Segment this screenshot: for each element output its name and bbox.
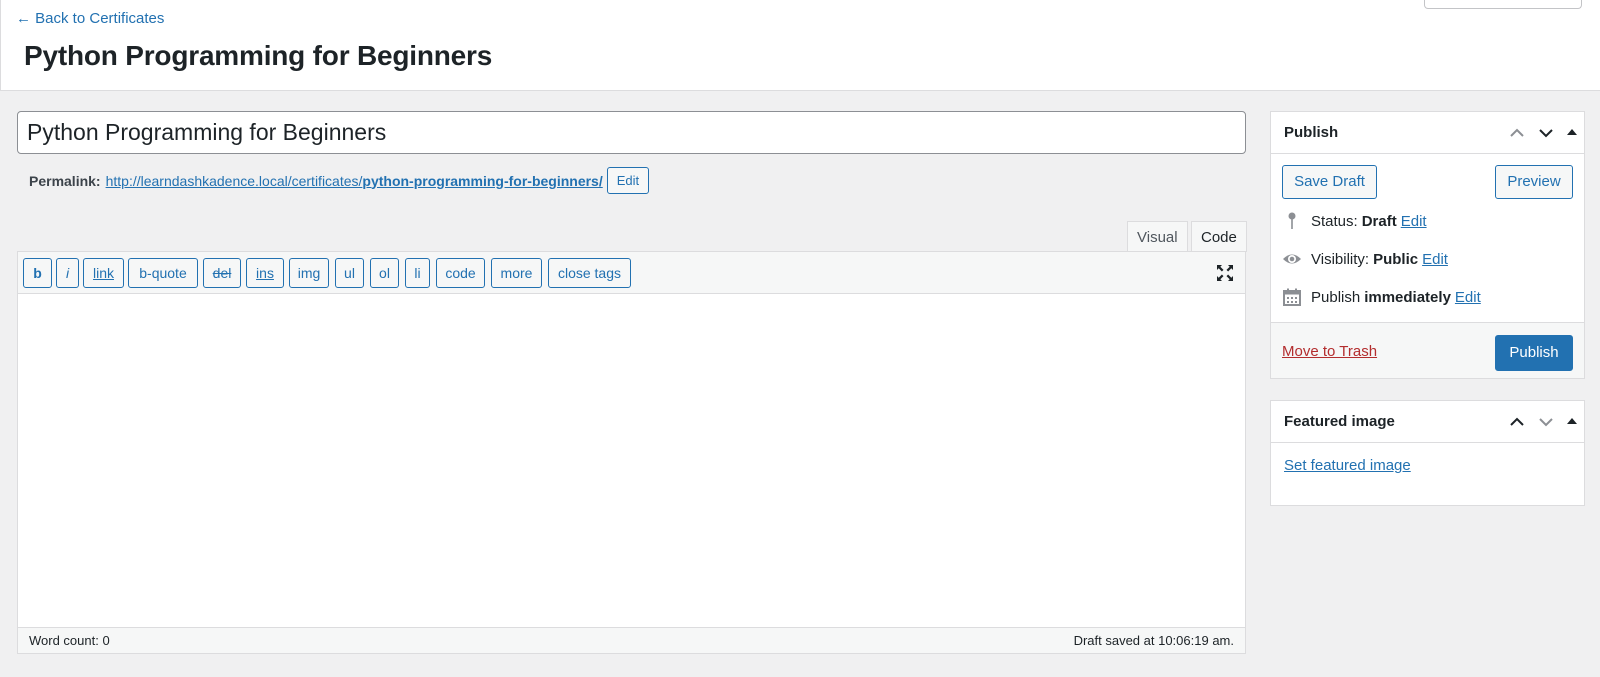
draft-saved-notice: Draft saved at 10:06:19 am. bbox=[1073, 633, 1234, 648]
visibility-value: Public bbox=[1373, 250, 1419, 268]
publish-box-title: Publish bbox=[1284, 124, 1339, 141]
editor-textarea[interactable] bbox=[18, 294, 1245, 628]
save-draft-button[interactable]: Save Draft bbox=[1282, 165, 1377, 199]
move-to-trash-link[interactable]: Move to Trash bbox=[1282, 343, 1377, 360]
permalink-slug: python-programming-for-beginners/ bbox=[362, 172, 603, 189]
permalink-base: http://learndashkadence.local/certificat… bbox=[105, 172, 363, 189]
quicktag-bquote-button[interactable]: b-quote bbox=[128, 258, 198, 288]
quicktag-more-button[interactable]: more bbox=[491, 258, 542, 288]
quicktag-italic-button[interactable]: i bbox=[56, 258, 79, 288]
editor-status-bar: Word count: 0 Draft saved at 10:06:19 am… bbox=[18, 627, 1245, 653]
quicktag-ul-button[interactable]: ul bbox=[335, 258, 364, 288]
status-value: Draft bbox=[1361, 212, 1397, 230]
quicktag-bold-button[interactable]: b bbox=[23, 258, 52, 288]
calendar-icon bbox=[1282, 287, 1302, 307]
screen-options-tab[interactable] bbox=[1424, 0, 1582, 9]
quicktag-li-button[interactable]: li bbox=[405, 258, 430, 288]
quicktag-ins-button[interactable]: ins bbox=[246, 258, 284, 288]
visibility-row: Visibility: Public Edit bbox=[1282, 249, 1448, 269]
page-header: ← Back to Certificates Python Programmin… bbox=[0, 0, 1600, 91]
quicktag-ol-button[interactable]: ol bbox=[370, 258, 399, 288]
publish-box: Publish Save Draft Preview Status: Draft… bbox=[1270, 111, 1585, 379]
eye-icon bbox=[1282, 249, 1302, 269]
status-edit-link[interactable]: Edit bbox=[1401, 213, 1427, 230]
publish-time-row: Publish immediately Edit bbox=[1282, 287, 1481, 307]
collapse-toggle-icon[interactable] bbox=[1563, 413, 1581, 431]
move-up-icon[interactable] bbox=[1508, 124, 1526, 142]
quicktag-del-button[interactable]: del bbox=[203, 258, 241, 288]
visibility-edit-link[interactable]: Edit bbox=[1422, 251, 1448, 268]
permalink-edit-button[interactable]: Edit bbox=[606, 167, 650, 194]
publish-box-header: Publish bbox=[1271, 112, 1584, 154]
quicktag-close-tags-button[interactable]: close tags bbox=[548, 258, 631, 288]
visibility-label: Visibility: bbox=[1311, 250, 1370, 268]
quicktag-img-button[interactable]: img bbox=[289, 258, 329, 288]
content-editor: b i link b-quote del ins img ul ol li co… bbox=[17, 251, 1246, 654]
quicktags-toolbar: b i link b-quote del ins img ul ol li co… bbox=[18, 252, 1245, 294]
featured-image-box: Featured image Set featured image bbox=[1270, 400, 1585, 506]
quicktag-code-button[interactable]: code bbox=[436, 258, 485, 288]
permalink-link[interactable]: http://learndashkadence.local/certificat… bbox=[106, 173, 603, 189]
move-up-icon[interactable] bbox=[1508, 413, 1526, 431]
quicktag-link-button[interactable]: link bbox=[83, 258, 124, 288]
set-featured-image-link[interactable]: Set featured image bbox=[1284, 457, 1411, 474]
preview-button[interactable]: Preview bbox=[1495, 165, 1573, 199]
move-down-icon[interactable] bbox=[1537, 124, 1555, 142]
permalink-label: Permalink: bbox=[29, 172, 101, 189]
permalink-row: Permalink: http://learndashkadence.local… bbox=[29, 167, 650, 194]
fullscreen-icon[interactable] bbox=[1215, 263, 1235, 283]
publish-time-value: immediately bbox=[1364, 288, 1451, 306]
tab-code[interactable]: Code bbox=[1191, 221, 1247, 252]
status-label: Status: bbox=[1311, 212, 1358, 230]
page-title: Python Programming for Beginners bbox=[24, 40, 493, 71]
publish-button[interactable]: Publish bbox=[1495, 335, 1573, 371]
featured-image-box-header: Featured image bbox=[1271, 401, 1584, 443]
featured-image-box-title: Featured image bbox=[1284, 413, 1395, 430]
post-title-input[interactable] bbox=[17, 111, 1246, 154]
pin-icon bbox=[1282, 211, 1302, 231]
status-row: Status: Draft Edit bbox=[1282, 211, 1427, 231]
word-count: Word count: 0 bbox=[29, 633, 110, 648]
back-to-certificates-link[interactable]: ← Back to Certificates bbox=[16, 10, 164, 27]
publish-actions: Move to Trash Publish bbox=[1271, 322, 1584, 378]
move-down-icon[interactable] bbox=[1537, 413, 1555, 431]
publish-time-label: Publish bbox=[1311, 288, 1361, 306]
collapse-toggle-icon[interactable] bbox=[1563, 124, 1581, 142]
tab-visual[interactable]: Visual bbox=[1127, 221, 1188, 252]
publish-time-edit-link[interactable]: Edit bbox=[1455, 289, 1481, 306]
